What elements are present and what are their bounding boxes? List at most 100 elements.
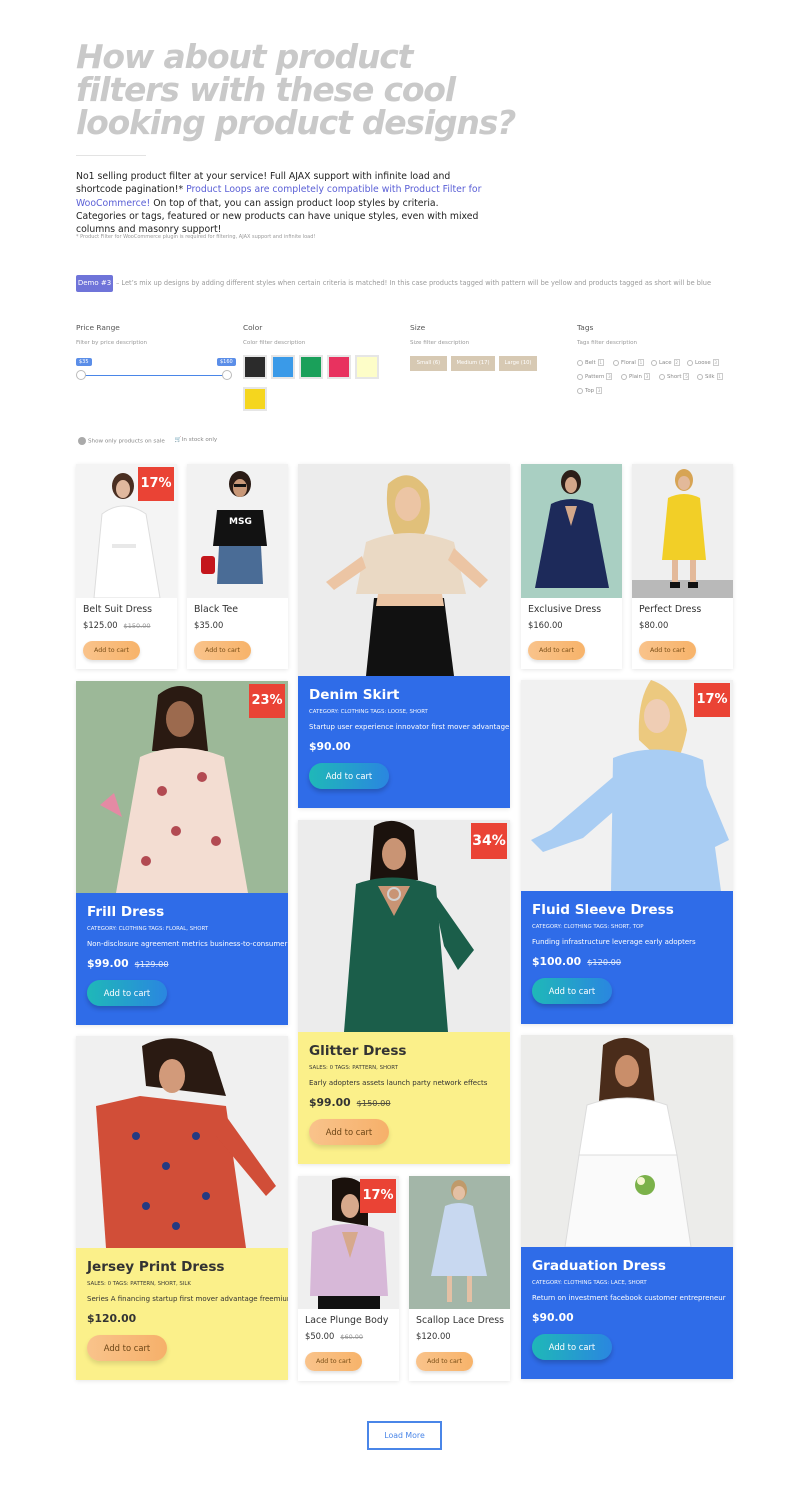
on-sale-label: Show only products on sale [88,438,165,445]
add-to-cart-button[interactable]: Add to cart [305,1352,362,1371]
tag-count: 1 [637,359,644,366]
product-photo-icon [632,469,733,598]
tag-label: Pattern [585,373,605,380]
add-to-cart-button[interactable]: Add to cart [532,978,612,1004]
tag-count: 5 [683,373,690,380]
tag-filter-pattern[interactable]: Pattern 3 [577,373,613,380]
color-swatch-yellow[interactable] [243,387,267,411]
color-swatch-green[interactable] [299,355,323,379]
product-card-fluid-sleeve-dress[interactable]: 17% Fluid Sleeve Dress CATEGORY: CLOTHIN… [521,680,733,1024]
on-sale-toggle[interactable]: Show only products on sale [78,437,165,445]
add-to-cart-button[interactable]: Add to cart [309,1119,389,1145]
product-description: Return on investment facebook customer e… [532,1294,726,1302]
add-to-cart-button[interactable]: Add to cart [87,980,167,1006]
product-info-panel: Frill Dress CATEGORY: CLOTHING TAGS: FLO… [76,893,288,1025]
size-filter-desc: Size filter description [410,340,470,346]
product-card-glitter-dress[interactable]: 34% Glitter Dress SALES: 0 TAGS: PATTERN… [298,820,510,1164]
load-more-button[interactable]: Load More [367,1421,442,1450]
product-name[interactable]: Fluid Sleeve Dress [532,902,722,918]
price-max-handle[interactable] [222,370,232,380]
product-card-frill-dress[interactable]: 23% Frill Dress CATEGORY: CLOTHING TAGS:… [76,681,288,1025]
old-price: $129.00 [134,959,169,969]
tag-count: 3 [643,373,650,380]
product-info-panel: Fluid Sleeve Dress CATEGORY: CLOTHING TA… [521,891,733,1024]
product-name[interactable]: Perfect Dress [639,604,701,615]
product-card-jersey-print-dress[interactable]: Jersey Print Dress SALES: 0 TAGS: PATTER… [76,1036,288,1380]
product-photo-icon [326,475,488,676]
product-name[interactable]: Glitter Dress [309,1043,499,1059]
tag-filter-belt[interactable]: Belt 1 [577,359,604,366]
current-price: $100.00 [532,955,582,968]
sale-check-icon [78,437,86,445]
tag-label: Plain [629,373,642,380]
product-price: $50.00 $60.00 [305,1331,363,1341]
product-card-graduation-dress[interactable]: Graduation Dress CATEGORY: CLOTHING TAGS… [521,1035,733,1379]
stock-toggles: Show only products on sale 🛒In stock onl… [78,437,217,445]
product-image[interactable] [521,1035,733,1247]
current-price: $125.00 [83,620,118,630]
add-to-cart-button[interactable]: Add to cart [309,763,389,789]
product-card-belt-suit-dress[interactable]: 17% Belt Suit Dress $125.00 $150.00 Add t… [76,464,177,669]
tag-filter-lace[interactable]: Lace 2 [651,359,680,366]
product-image[interactable]: MSG [187,464,288,598]
tag-radio [613,359,619,366]
product-name[interactable]: Scallop Lace Dress [416,1315,504,1326]
current-price: $99.00 [87,957,129,970]
color-swatch-cream[interactable] [355,355,379,379]
add-to-cart-button[interactable]: Add to cart [416,1352,473,1371]
color-swatch-black[interactable] [243,355,267,379]
tag-filter-short[interactable]: Short 5 [659,373,690,380]
tag-label: Silk [705,373,715,380]
add-to-cart-button[interactable]: Add to cart [528,641,585,660]
current-price: $50.00 [305,1331,335,1341]
demo-badge: Demo #3 [76,275,113,292]
product-name[interactable]: Belt Suit Dress [83,604,152,615]
color-swatch-blue[interactable] [271,355,295,379]
tag-filter-silk[interactable]: Silk 1 [697,373,723,380]
product-card-perfect-dress[interactable]: Perfect Dress $80.00 Add to cart [632,464,733,669]
tag-filter-floral[interactable]: Floral 1 [613,359,644,366]
add-to-cart-button[interactable]: Add to cart [532,1334,612,1360]
product-card-denim-skirt[interactable]: Denim Skirt CATEGORY: CLOTHING TAGS: LOO… [298,464,510,808]
product-name[interactable]: Jersey Print Dress [87,1259,277,1275]
page-title: How about product filters with these coo… [76,37,516,142]
color-swatch-pink[interactable] [327,355,351,379]
tag-radio [651,359,657,366]
size-option-large[interactable]: Large (10) [499,356,537,371]
size-option-medium[interactable]: Medium (17) [451,356,495,371]
add-to-cart-button[interactable]: Add to cart [194,641,251,660]
price-slider-track[interactable] [81,375,227,376]
price-max-label: $160 [217,358,236,366]
tag-filter-loose[interactable]: Loose 3 [687,359,719,366]
tag-radio [659,373,665,380]
product-image[interactable] [298,464,510,676]
product-name[interactable]: Exclusive Dress [528,604,601,615]
old-price: $120.00 [587,957,622,967]
price-min-handle[interactable] [76,370,86,380]
product-card-exclusive-dress[interactable]: Exclusive Dress $160.00 Add to cart [521,464,622,669]
tag-count: 3 [596,387,603,394]
old-price: $150.00 [123,622,151,630]
product-card-black-tee[interactable]: MSG Black Tee $35.00 Add to cart [187,464,288,669]
add-to-cart-button[interactable]: Add to cart [639,641,696,660]
sale-badge: 17% [694,683,730,717]
product-name[interactable]: Graduation Dress [532,1258,722,1274]
tag-filter-plain[interactable]: Plain 3 [621,373,650,380]
product-card-lace-plunge-body[interactable]: 17% Lace Plunge Body $50.00 $60.00 Add to… [298,1176,399,1381]
product-name[interactable]: Denim Skirt [309,687,499,703]
product-image[interactable] [76,1036,288,1248]
add-to-cart-button[interactable]: Add to cart [83,641,140,660]
product-image[interactable] [632,464,733,598]
product-name[interactable]: Frill Dress [87,904,277,920]
tag-filter-top[interactable]: Top 3 [577,387,603,394]
add-to-cart-button[interactable]: Add to cart [87,1335,167,1361]
product-card-scallop-lace-dress[interactable]: Scallop Lace Dress $120.00 Add to cart [409,1176,510,1381]
tag-radio [697,373,703,380]
in-stock-toggle[interactable]: 🛒In stock only [175,437,217,445]
product-image[interactable] [521,464,622,598]
product-name[interactable]: Black Tee [194,604,238,615]
product-image[interactable] [409,1176,510,1309]
tag-count: 1 [597,359,604,366]
product-name[interactable]: Lace Plunge Body [305,1315,388,1326]
size-option-small[interactable]: Small (6) [410,356,447,371]
